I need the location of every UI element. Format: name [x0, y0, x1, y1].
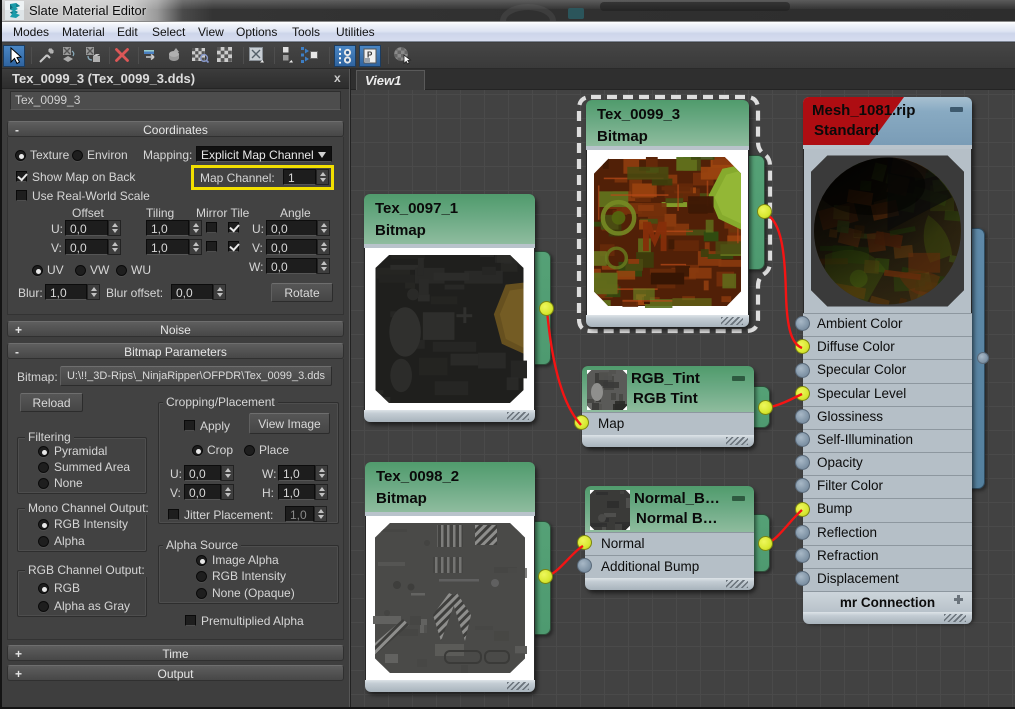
svg-text:P: P — [367, 51, 373, 60]
